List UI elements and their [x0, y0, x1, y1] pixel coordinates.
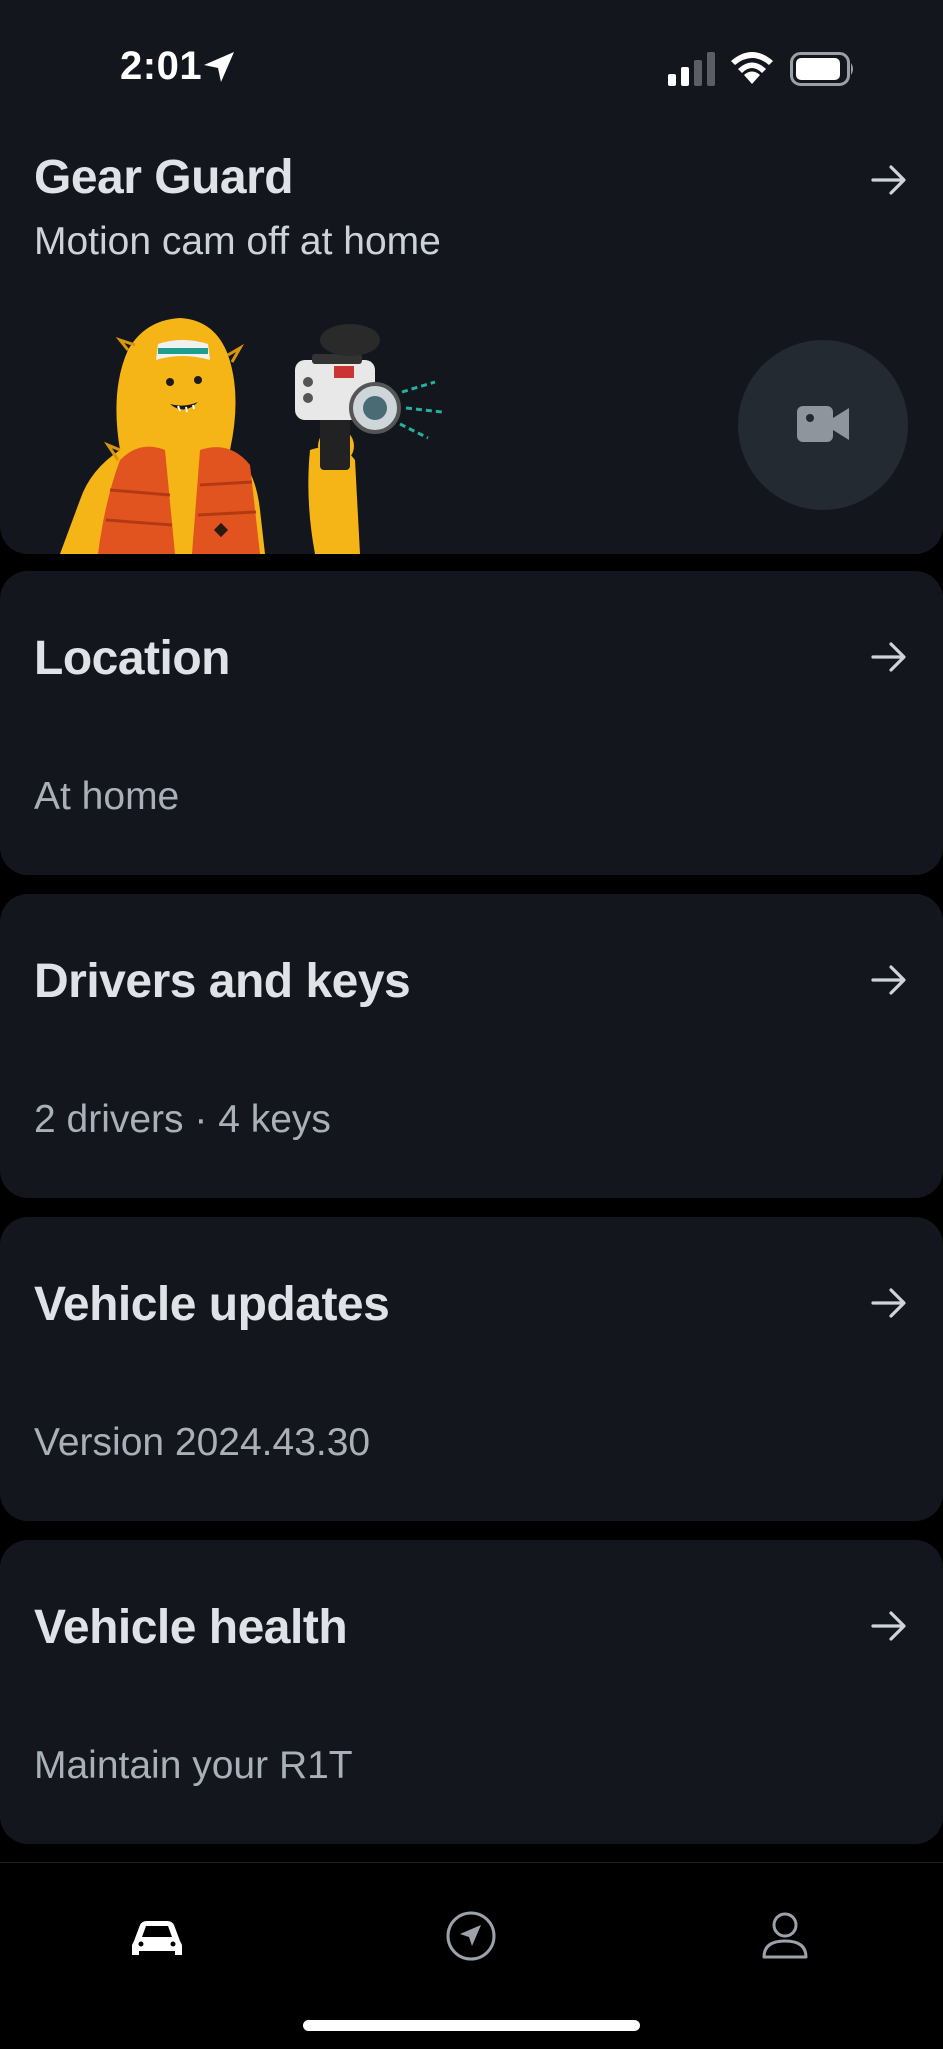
signal-icon [668, 52, 715, 86]
status-bar: 2:01 [0, 0, 943, 130]
profile-icon[interactable] [750, 1901, 820, 1971]
location-subtitle: At home [34, 775, 180, 818]
vehicle-icon[interactable] [122, 1901, 192, 1971]
video-camera-icon [797, 406, 849, 442]
status-time: 2:01 [120, 44, 203, 88]
arrow-right-icon[interactable] [869, 637, 909, 677]
arrow-right-icon[interactable] [869, 1606, 909, 1646]
gear-guard-title: Gear Guard [34, 151, 294, 204]
navigation-icon[interactable] [436, 1901, 506, 1971]
battery-icon [790, 52, 853, 86]
vehicle-health-title: Vehicle health [34, 1601, 348, 1654]
vehicle-updates-subtitle: Version 2024.43.30 [34, 1421, 371, 1464]
wifi-icon [731, 52, 773, 84]
camera-button[interactable] [738, 340, 908, 510]
arrow-right-icon[interactable] [869, 1283, 909, 1323]
location-card[interactable]: Location At home [0, 571, 943, 875]
arrow-right-icon[interactable] [869, 160, 909, 200]
home-indicator [303, 2020, 640, 2031]
vehicle-updates-card[interactable]: Vehicle updates Version 2024.43.30 [0, 1217, 943, 1521]
drivers-keys-title: Drivers and keys [34, 955, 411, 1008]
location-arrow-icon [204, 52, 234, 82]
arrow-right-icon[interactable] [869, 960, 909, 1000]
vehicle-updates-title: Vehicle updates [34, 1278, 390, 1331]
mascot-illustration [60, 318, 443, 554]
drivers-keys-card[interactable]: Drivers and keys 2 drivers · 4 keys [0, 894, 943, 1198]
vehicle-health-card[interactable]: Vehicle health Maintain your R1T [0, 1540, 943, 1844]
vehicle-health-subtitle: Maintain your R1T [34, 1744, 353, 1787]
drivers-keys-subtitle: 2 drivers · 4 keys [34, 1098, 331, 1141]
location-title: Location [34, 632, 231, 685]
gear-guard-subtitle: Motion cam off at home [34, 220, 441, 263]
